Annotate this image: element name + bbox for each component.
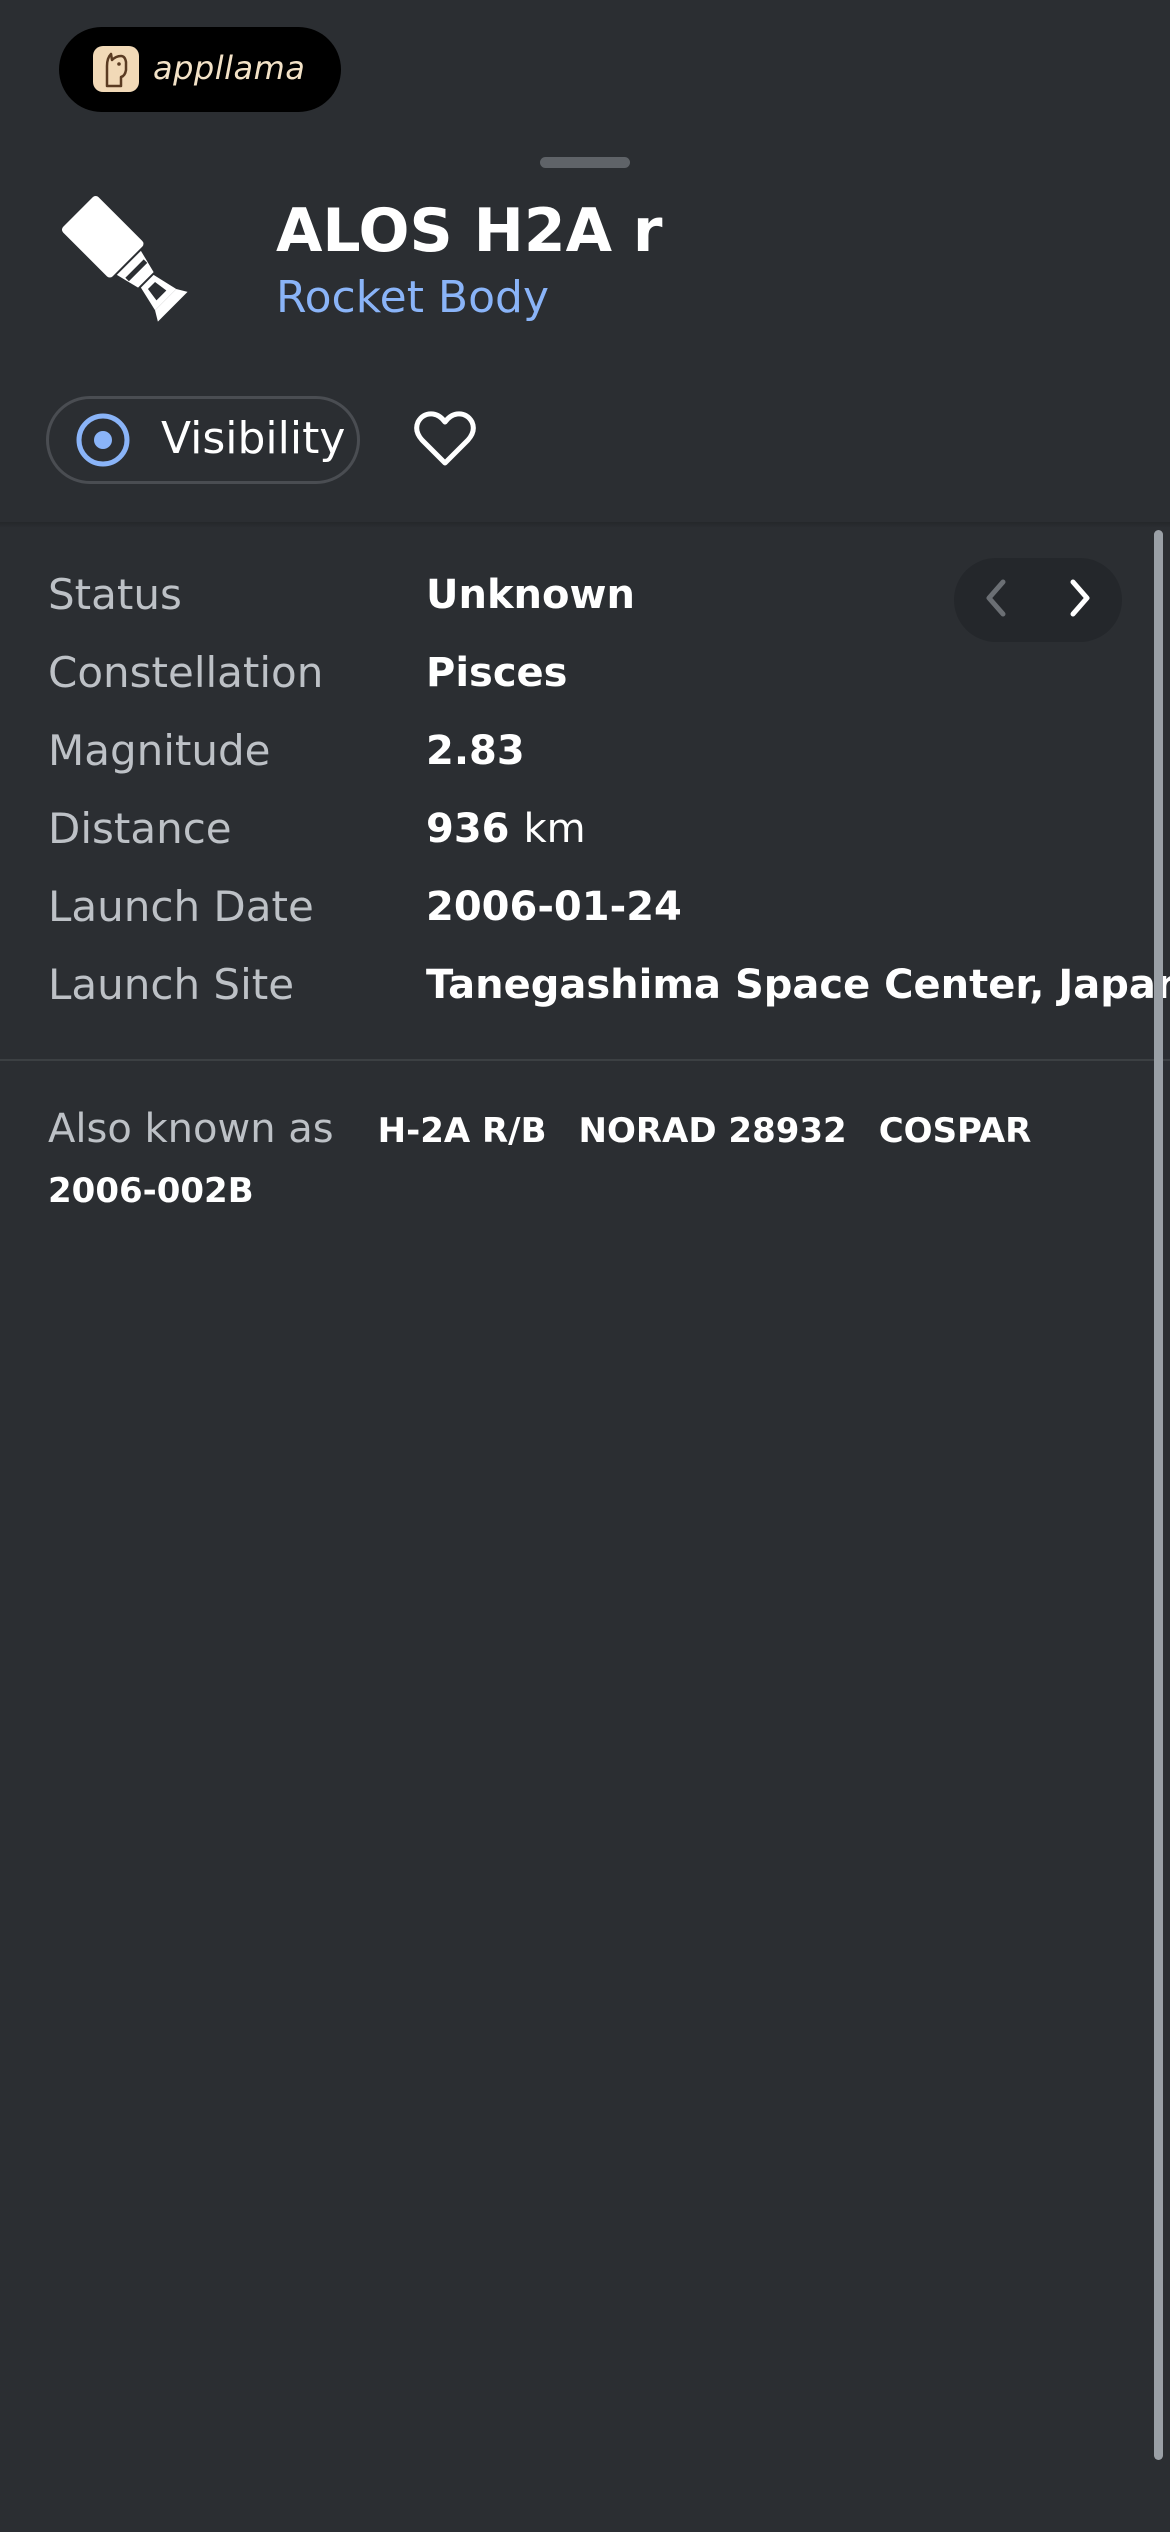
detail-value: 2006-01-24 — [426, 884, 682, 930]
detail-row-launch-site: Launch Site Tanegashima Space Center, Ja… — [48, 956, 1170, 1034]
section-divider — [0, 1059, 1170, 1061]
heart-outline-icon — [414, 411, 476, 471]
aka-label: Also known as — [48, 1106, 334, 1152]
detail-value: 2.83 — [426, 728, 525, 774]
llama-logo-icon — [93, 46, 139, 92]
scrollbar[interactable] — [1154, 530, 1163, 2460]
detail-label: Launch Site — [48, 960, 295, 1009]
detail-label: Distance — [48, 804, 232, 853]
rocket-body-icon — [56, 190, 206, 340]
also-known-as: Also known as H-2A R/B NORAD 28932 COSPAR 2… — [48, 1100, 1108, 1220]
header-divider — [0, 522, 1170, 528]
detail-value: 936 km — [426, 806, 586, 852]
brand-name: appllama — [153, 49, 306, 87]
object-title: ALOS H2A r — [276, 196, 663, 266]
visibility-button[interactable]: Visibility — [46, 396, 360, 484]
aka-item: NORAD 28932 — [578, 1111, 847, 1151]
detail-row-constellation: Constellation Pisces — [48, 644, 1128, 722]
detail-label: Launch Date — [48, 882, 314, 931]
detail-label: Magnitude — [48, 726, 271, 775]
aka-item: H-2A R/B — [377, 1111, 547, 1151]
detail-label: Constellation — [48, 648, 324, 697]
details-table: Status Unknown Constellation Pisces Magn… — [48, 566, 1170, 1034]
sheet-drag-handle[interactable] — [540, 157, 630, 168]
detail-value: Unknown — [426, 572, 635, 618]
brand-badge[interactable]: appllama — [59, 27, 341, 112]
detail-row-distance: Distance 936 km — [48, 800, 1128, 878]
detail-row-magnitude: Magnitude 2.83 — [48, 722, 1128, 800]
visibility-radar-icon — [75, 412, 131, 468]
object-info-sheet: appllama ALOS H2A r Rocket Body Visibili… — [0, 0, 1170, 2532]
object-type: Rocket Body — [276, 272, 550, 323]
detail-value: Pisces — [426, 650, 568, 696]
distance-number: 936 — [426, 806, 510, 852]
distance-unit: km — [523, 806, 586, 852]
favorite-button[interactable] — [410, 406, 480, 476]
detail-row-status: Status Unknown — [48, 566, 1128, 644]
detail-label: Status — [48, 570, 182, 619]
visibility-label: Visibility — [161, 413, 346, 464]
detail-row-launch-date: Launch Date 2006-01-24 — [48, 878, 1128, 956]
detail-value: Tanegashima Space Center, Japan — [426, 962, 1170, 1008]
